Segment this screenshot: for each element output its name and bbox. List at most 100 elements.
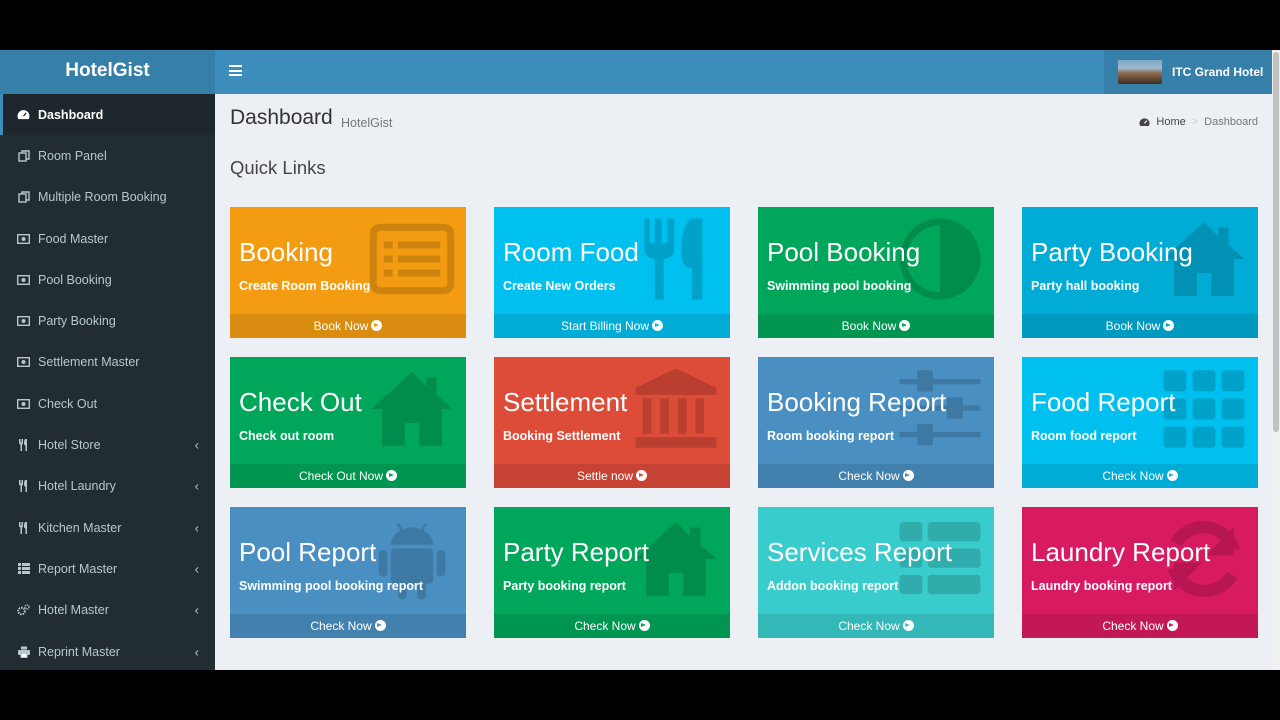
sidebar-item-multiple-room-booking[interactable]: Multiple Room Booking xyxy=(0,177,215,218)
list-icon xyxy=(16,563,31,575)
tile-link-pool-report[interactable]: Check Now xyxy=(230,614,466,638)
tile-link-room-food[interactable]: Start Billing Now xyxy=(494,314,730,338)
sidebar-item-pool-booking[interactable]: Pool Booking xyxy=(0,259,215,300)
bank-icon xyxy=(632,365,720,453)
money-icon xyxy=(16,356,31,368)
tile-description: Room booking report xyxy=(767,429,895,443)
arrow-circle-right-icon xyxy=(1163,320,1175,331)
chevron-left-icon: ‹ xyxy=(194,644,199,659)
hotel-name: ITC Grand Hotel xyxy=(1172,65,1264,79)
tile-link-label: Check Now xyxy=(838,619,900,633)
sidebar-item-room-panel[interactable]: Room Panel xyxy=(0,135,215,176)
sidebar-item-reprint-master[interactable]: Reprint Master ‹ xyxy=(0,631,215,670)
sidebar-item-dashboard[interactable]: Dashboard xyxy=(0,94,215,136)
tile-link-services-report[interactable]: Check Now xyxy=(758,614,994,638)
top-navbar: ITC Grand Hotel xyxy=(215,50,1272,94)
app-logo[interactable]: HotelGist xyxy=(0,50,215,94)
tile-title: Party Report xyxy=(503,537,649,567)
arrow-circle-right-icon xyxy=(386,470,398,481)
tile-booking[interactable]: Booking Create Room Booking Book Now xyxy=(230,207,466,338)
sidebar-item-settlement-master[interactable]: Settlement Master xyxy=(0,342,215,383)
tile-description: Party booking report xyxy=(503,579,626,593)
scrollbar[interactable] xyxy=(1272,50,1280,670)
tile-link-label: Book Now xyxy=(841,319,897,333)
tile-laundry-report[interactable]: Laundry Report Laundry booking report Chec… xyxy=(1022,507,1258,638)
tile-link-label: Check Now xyxy=(574,619,636,633)
tile-description: Swimming pool booking xyxy=(767,279,912,293)
tile-settlement[interactable]: Settlement Booking Settlement Settle now xyxy=(494,357,730,488)
sidebar-item-label: Hotel Store xyxy=(38,438,101,453)
tile-food-report[interactable]: Food Report Room food report Check Now xyxy=(1022,357,1258,488)
sidebar-item-label: Hotel Laundry xyxy=(38,479,116,494)
money-icon xyxy=(16,233,31,245)
sidebar-item-label: Party Booking xyxy=(38,314,116,329)
tile-pool-report[interactable]: Pool Report Swimming pool booking report C… xyxy=(230,507,466,638)
sidebar-item-label: Dashboard xyxy=(38,107,104,122)
tile-link-party-booking[interactable]: Book Now xyxy=(1022,314,1258,338)
tile-title: Food Report xyxy=(1031,387,1176,417)
sidebar-item-label: Settlement Master xyxy=(38,355,140,370)
tile-link-booking[interactable]: Book Now xyxy=(230,314,466,338)
chevron-left-icon: ‹ xyxy=(194,437,199,453)
sidebar-item-label: Check Out xyxy=(38,396,98,411)
tile-title: Pool Booking xyxy=(767,237,921,267)
tile-link-party-report[interactable]: Check Now xyxy=(494,614,730,638)
sidebar-item-check-out[interactable]: Check Out xyxy=(0,383,215,424)
arrow-circle-right-icon xyxy=(374,620,386,631)
tile-check-out[interactable]: Check Out Check out room Check Out Now xyxy=(230,357,466,488)
sidebar-item-party-booking[interactable]: Party Booking xyxy=(0,300,215,341)
home-icon xyxy=(368,365,456,453)
money-icon xyxy=(16,398,31,410)
sidebar-item-label: Food Master xyxy=(38,231,109,246)
scrollbar-thumb[interactable] xyxy=(1273,52,1279,432)
copy-icon xyxy=(16,150,31,162)
tile-description: Party hall booking xyxy=(1031,279,1140,293)
tile-party-report[interactable]: Party Report Party booking report Check No… xyxy=(494,507,730,638)
dashboard-icon xyxy=(1139,118,1150,126)
tile-description: Create Room Booking xyxy=(239,279,371,293)
sidebar-item-label: Room Panel xyxy=(38,148,107,163)
tile-link-label: Settle now xyxy=(576,469,634,483)
tile-link-label: Check Now xyxy=(838,469,900,483)
tile-booking-report[interactable]: Booking Report Room booking report Check N… xyxy=(758,357,994,488)
print-icon xyxy=(16,646,31,658)
breadcrumb-separator: > xyxy=(1191,116,1199,128)
tile-description: Booking Settlement xyxy=(503,429,621,443)
list-alt-icon xyxy=(368,215,456,303)
tile-services-report[interactable]: Services Report Addon booking report Check… xyxy=(758,507,994,638)
sidebar-item-report-master[interactable]: Report Master ‹ xyxy=(0,548,215,589)
tile-link-settlement[interactable]: Settle now xyxy=(494,464,730,488)
arrow-circle-right-icon xyxy=(899,320,911,331)
sidebar-item-hotel-master[interactable]: Hotel Master ‹ xyxy=(0,590,215,631)
tile-room-food[interactable]: Room Food Create New Orders Start Billing … xyxy=(494,207,730,338)
hotel-avatar xyxy=(1118,60,1162,84)
tile-description: Create New Orders xyxy=(503,279,616,293)
sidebar-item-food-master[interactable]: Food Master xyxy=(0,218,215,259)
arrow-circle-right-icon xyxy=(1166,470,1178,481)
app-window: HotelGist ITC Grand Hotel Dashboard Room … xyxy=(0,50,1280,670)
tile-link-check-out[interactable]: Check Out Now xyxy=(230,464,466,488)
arrow-circle-right-icon xyxy=(638,620,650,631)
tile-description: Room food report xyxy=(1031,429,1137,443)
sidebar-toggle-icon[interactable] xyxy=(229,65,242,76)
cutlery-icon xyxy=(16,521,31,534)
arrow-circle-right-icon xyxy=(371,320,383,331)
sidebar-item-kitchen-master[interactable]: Kitchen Master ‹ xyxy=(0,507,215,548)
arrow-circle-right-icon xyxy=(902,620,914,631)
tile-link-pool-booking[interactable]: Book Now xyxy=(758,314,994,338)
sidebar-item-hotel-laundry[interactable]: Hotel Laundry ‹ xyxy=(0,466,215,507)
arrow-circle-right-icon xyxy=(636,470,648,481)
tile-link-label: Start Billing Now xyxy=(560,319,650,333)
tile-link-food-report[interactable]: Check Now xyxy=(1022,464,1258,488)
chevron-left-icon: ‹ xyxy=(194,520,199,536)
tile-pool-booking[interactable]: Pool Booking Swimming pool booking Book No… xyxy=(758,207,994,338)
tile-party-booking[interactable]: Party Booking Party hall booking Book Now xyxy=(1022,207,1258,338)
tile-link-laundry-report[interactable]: Check Now xyxy=(1022,614,1258,638)
dashboard-icon xyxy=(16,109,31,121)
tile-link-booking-report[interactable]: Check Now xyxy=(758,464,994,488)
tile-title: Booking Report xyxy=(767,387,947,417)
user-menu[interactable]: ITC Grand Hotel xyxy=(1104,50,1272,94)
breadcrumb-home-link[interactable]: Home xyxy=(1156,116,1185,128)
breadcrumb: Home > Dashboard xyxy=(1139,116,1258,128)
sidebar-item-hotel-store[interactable]: Hotel Store ‹ xyxy=(0,424,215,465)
